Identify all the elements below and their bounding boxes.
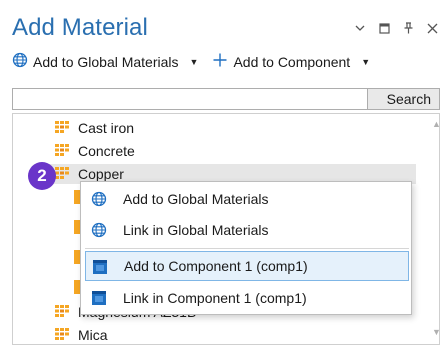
scroll-up-icon[interactable]: ▲ — [432, 119, 441, 129]
step-badge: 2 — [28, 162, 56, 190]
chevron-down-icon: ▼ — [189, 56, 199, 67]
scrollbar[interactable]: ▲ ▼ — [429, 113, 443, 345]
search-input[interactable] — [12, 88, 368, 110]
menu-item-add-to-global-materials[interactable]: Add to Global Materials — [85, 184, 409, 214]
chevron-down-icon: ▼ — [361, 56, 371, 67]
menu-divider — [85, 248, 409, 249]
pin-icon[interactable] — [402, 22, 414, 34]
search-button[interactable]: Search — [368, 88, 440, 110]
component-icon — [91, 290, 107, 306]
tree-item[interactable]: Mica — [54, 325, 108, 345]
globe-icon — [12, 52, 28, 71]
plus-icon — [212, 52, 228, 71]
window-controls — [354, 22, 438, 34]
tree-item[interactable]: Concrete — [54, 141, 135, 161]
menu-item-label: Link in Component 1 (comp1) — [123, 290, 307, 306]
maximize-icon[interactable] — [378, 22, 390, 34]
menu-item-link-in-component[interactable]: Link in Component 1 (comp1) — [85, 283, 409, 313]
menu-item-label: Add to Component 1 (comp1) — [124, 258, 308, 274]
material-icon — [54, 120, 70, 137]
tree-item-label: Cast iron — [78, 120, 135, 136]
close-icon[interactable] — [426, 22, 438, 34]
component-icon — [92, 259, 108, 275]
material-icon — [54, 166, 70, 183]
globe-icon — [91, 191, 107, 207]
add-to-global-materials-label: Add to Global Materials — [33, 53, 179, 70]
menu-item-link-in-global-materials[interactable]: Link in Global Materials — [85, 215, 409, 245]
toolbar: Add to Global Materials ▼ Add to Compone… — [12, 52, 370, 71]
material-icon — [54, 327, 70, 344]
add-to-component-label: Add to Component — [233, 53, 351, 70]
scroll-down-icon[interactable]: ▼ — [432, 327, 441, 337]
context-menu: Add to Global Materials Link in Global M… — [80, 181, 412, 315]
add-to-global-materials-button[interactable]: Add to Global Materials ▼ — [12, 52, 198, 71]
panel-title: Add Material — [12, 14, 148, 41]
dropdown-chevron-icon[interactable] — [354, 22, 366, 34]
menu-item-label: Link in Global Materials — [123, 222, 269, 238]
tree-item[interactable]: Cast iron — [54, 118, 134, 138]
tree-item-label: Concrete — [78, 143, 135, 159]
material-icon — [54, 143, 70, 160]
tree-item-label: Copper — [78, 166, 124, 182]
menu-item-add-to-component[interactable]: Add to Component 1 (comp1) — [85, 251, 409, 281]
tree-item-label: Mica — [78, 327, 108, 343]
search-row: Search — [12, 88, 440, 110]
menu-item-label: Add to Global Materials — [123, 191, 269, 207]
material-icon — [54, 304, 70, 321]
add-to-component-button[interactable]: Add to Component ▼ — [212, 52, 370, 71]
globe-icon — [91, 222, 107, 238]
